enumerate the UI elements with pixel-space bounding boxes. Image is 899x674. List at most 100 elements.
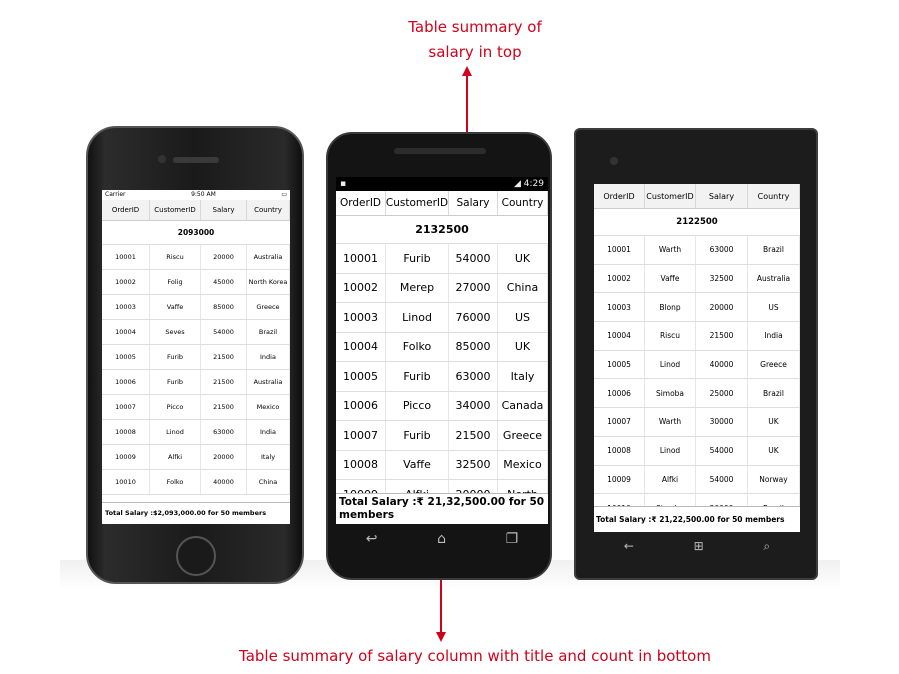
column-header-salary[interactable]: Salary bbox=[696, 184, 748, 208]
cell-country: Australia bbox=[748, 264, 800, 293]
camera-icon bbox=[610, 157, 618, 165]
table-row[interactable]: 10002 Vaffe 32500 Australia bbox=[594, 264, 800, 294]
column-header-salary[interactable]: Salary bbox=[201, 200, 247, 220]
cell-orderid: 10004 bbox=[336, 332, 386, 361]
cell-salary: 25000 bbox=[696, 379, 748, 408]
table-row[interactable]: 10009 Alfki 20000 Italy bbox=[102, 445, 290, 470]
cell-customerid: Furib bbox=[150, 345, 201, 369]
table-row[interactable]: 10005 Linod 40000 Greece bbox=[594, 350, 800, 380]
cell-country: Greece bbox=[247, 295, 290, 319]
ios-table-summary-bottom: Total Salary :$2,093,000.00 for 50 membe… bbox=[102, 502, 290, 524]
cell-country: Australia bbox=[247, 370, 290, 394]
table-row[interactable]: 10005 Furib 63000 Italy bbox=[336, 362, 548, 392]
cell-country: China bbox=[247, 470, 290, 494]
cell-salary: 32500 bbox=[449, 450, 498, 479]
table-row[interactable]: 10003 Linod 76000 US bbox=[336, 303, 548, 333]
column-header-customerid[interactable]: CustomerID bbox=[386, 191, 449, 215]
cell-orderid: 10009 bbox=[102, 445, 150, 469]
table-row[interactable]: 10005 Furib 21500 India bbox=[102, 345, 290, 370]
table-row[interactable]: 10010 Folko 40000 China bbox=[102, 470, 290, 495]
cell-country: US bbox=[748, 293, 800, 322]
column-header-country[interactable]: Country bbox=[498, 191, 548, 215]
column-header-customerid[interactable]: CustomerID bbox=[645, 184, 696, 208]
cell-customerid: Riscu bbox=[645, 322, 696, 350]
column-header-salary[interactable]: Salary bbox=[449, 191, 498, 215]
android-status-bar: ▪ ◢ 4:29 bbox=[336, 177, 548, 191]
table-row[interactable]: 10001 Warth 63000 Brazil bbox=[594, 236, 800, 265]
cell-customerid: Folko bbox=[150, 470, 201, 494]
battery-icon: ▭ bbox=[281, 191, 287, 198]
cell-orderid: 10008 bbox=[336, 450, 386, 479]
cell-country: Australia bbox=[247, 245, 290, 269]
annotation-top-line-1: Table summary of bbox=[408, 18, 542, 36]
table-row[interactable]: 10002 Folig 45000 North Korea bbox=[102, 270, 290, 295]
table-row[interactable]: 10001 Furib 54000 UK bbox=[336, 244, 548, 274]
cell-salary: 34000 bbox=[449, 391, 498, 420]
speaker-grille bbox=[173, 157, 219, 163]
android-device: ▪ ◢ 4:29 OrderID CustomerID Salary Count… bbox=[326, 132, 552, 580]
cell-salary: 54000 bbox=[201, 320, 247, 344]
cell-country: UK bbox=[748, 436, 800, 465]
recents-icon[interactable]: ❐ bbox=[506, 531, 519, 547]
camera-icon bbox=[158, 155, 166, 163]
cell-customerid: Picco bbox=[386, 391, 449, 420]
cell-salary: 54000 bbox=[696, 436, 748, 465]
table-row[interactable]: 10008 Linod 54000 UK bbox=[594, 436, 800, 466]
table-row[interactable]: 10004 Folko 85000 UK bbox=[336, 332, 548, 362]
cell-country: China bbox=[498, 273, 548, 302]
table-row[interactable]: 10009 Alfki 54000 Norway bbox=[594, 465, 800, 495]
cell-country: Canada bbox=[498, 391, 548, 420]
cell-salary: 63000 bbox=[449, 362, 498, 391]
column-header-country[interactable]: Country bbox=[748, 184, 800, 208]
cell-country: Greece bbox=[498, 421, 548, 450]
table-row[interactable]: 10006 Simoba 25000 Brazil bbox=[594, 379, 800, 409]
column-header-customerid[interactable]: CustomerID bbox=[150, 200, 201, 220]
table-row[interactable]: 10006 Furib 21500 Australia bbox=[102, 370, 290, 395]
table-row[interactable]: 10001 Riscu 20000 Australia bbox=[102, 245, 290, 270]
home-icon[interactable]: ⌂ bbox=[437, 531, 446, 547]
cell-salary: 27000 bbox=[449, 273, 498, 302]
speaker-grille bbox=[394, 148, 486, 154]
back-icon[interactable]: ← bbox=[624, 539, 634, 553]
cell-orderid: 10004 bbox=[102, 320, 150, 344]
table-row[interactable]: 10008 Linod 63000 India bbox=[102, 420, 290, 445]
column-header-orderid[interactable]: OrderID bbox=[336, 191, 386, 215]
cell-customerid: Blonp bbox=[645, 293, 696, 322]
table-row[interactable]: 10004 Riscu 21500 India bbox=[594, 322, 800, 351]
cell-orderid: 10005 bbox=[594, 350, 645, 379]
cell-salary: 40000 bbox=[696, 350, 748, 379]
table-row[interactable]: 10006 Picco 34000 Canada bbox=[336, 391, 548, 421]
column-header-orderid[interactable]: OrderID bbox=[102, 200, 150, 220]
table-row[interactable]: 10003 Vaffe 85000 Greece bbox=[102, 295, 290, 320]
table-row[interactable]: 10007 Picco 21500 Mexico bbox=[102, 395, 290, 420]
cell-customerid: Riscu bbox=[150, 245, 201, 269]
table-row[interactable]: 10002 Merep 27000 China bbox=[336, 273, 548, 303]
cell-country: UK bbox=[498, 332, 548, 361]
windows-icon[interactable]: ⊞ bbox=[694, 539, 704, 553]
search-icon[interactable]: ⌕ bbox=[763, 539, 770, 554]
ios-table-summary-top: 2093000 bbox=[102, 221, 290, 245]
android-time: 4:29 bbox=[523, 179, 544, 189]
cell-orderid: 10007 bbox=[102, 395, 150, 419]
column-header-country[interactable]: Country bbox=[247, 200, 290, 220]
cell-customerid: Linod bbox=[150, 420, 201, 444]
back-icon[interactable]: ↩ bbox=[366, 531, 378, 547]
column-header-orderid[interactable]: OrderID bbox=[594, 184, 645, 208]
table-row[interactable]: 10003 Blonp 20000 US bbox=[594, 293, 800, 323]
cell-orderid: 10005 bbox=[102, 345, 150, 369]
cell-orderid: 10009 bbox=[594, 465, 645, 494]
table-row[interactable]: 10004 Seves 54000 Brazil bbox=[102, 320, 290, 345]
signal-icon: ◢ bbox=[513, 179, 524, 189]
table-row[interactable]: 10007 Furib 21500 Greece bbox=[336, 421, 548, 451]
cell-orderid: 10001 bbox=[594, 236, 645, 264]
table-row[interactable]: 10007 Warth 30000 UK bbox=[594, 408, 800, 437]
ios-grid-header: OrderID CustomerID Salary Country bbox=[102, 200, 290, 221]
cell-country: Mexico bbox=[247, 395, 290, 419]
cell-customerid: Furib bbox=[386, 244, 449, 273]
cell-country: India bbox=[247, 345, 290, 369]
home-button[interactable] bbox=[176, 536, 216, 576]
table-row[interactable]: 10008 Vaffe 32500 Mexico bbox=[336, 450, 548, 480]
cell-country: India bbox=[247, 420, 290, 444]
cell-customerid: Furib bbox=[150, 370, 201, 394]
cell-customerid: Alfki bbox=[150, 445, 201, 469]
